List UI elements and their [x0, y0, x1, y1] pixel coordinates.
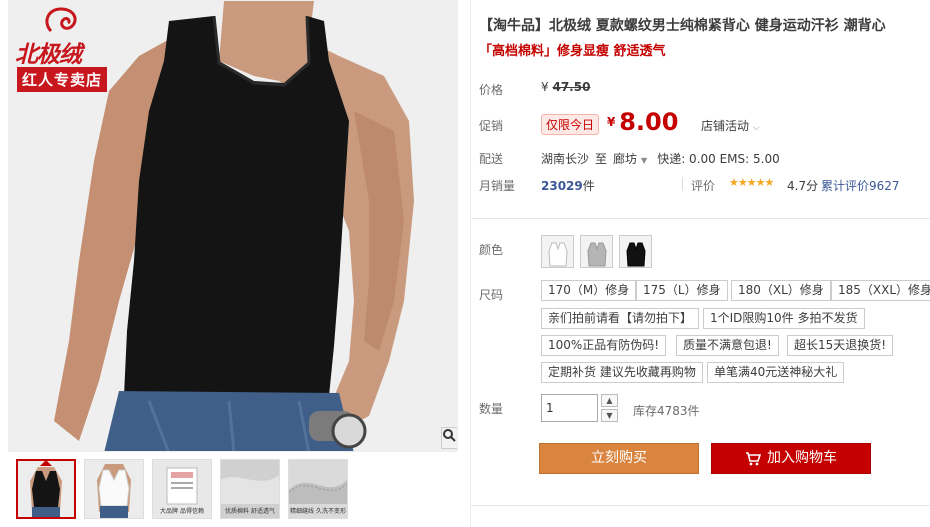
quantity-input[interactable] [541, 394, 598, 422]
total-reviews-link[interactable]: 累计评价9627 [821, 177, 900, 194]
size-option-restock[interactable]: 定期补货 建议先收藏再购物 [541, 362, 703, 383]
shipping-fees: 快递: 0.00 EMS: 5.00 [657, 152, 780, 166]
ship-to-word: 至 [595, 152, 608, 166]
gray-tank-icon [586, 242, 607, 267]
monthly-sales-label: 月销量 [479, 179, 516, 193]
thumb-black-tank-image [18, 461, 74, 517]
size-option-m[interactable]: 170（M）修身 [541, 280, 637, 301]
product-gallery: 北极绒 红人专卖店 大品牌 品得信赖 优质棉料 舒适透气 精细缝线 久洗不变形 [0, 0, 462, 527]
original-price-value: 47.50 [552, 80, 591, 94]
price-label: 价格 [479, 83, 504, 97]
monthly-sales-count: 23029 [541, 179, 583, 193]
size-option-gift[interactable]: 单笔满40元送神秘大礼 [707, 362, 845, 383]
magnifier-icon [443, 429, 456, 442]
size-option-refund[interactable]: 质量不满意包退! [676, 335, 779, 356]
thumbnail-caption: 精细缝线 久洗不变形 [290, 508, 346, 515]
zoom-button[interactable] [441, 427, 457, 449]
promo-badge: 仅限今日 [541, 114, 600, 135]
thumbnail-2[interactable] [84, 459, 144, 519]
quantity-label: 数量 [479, 402, 504, 416]
add-to-cart-label: 加入购物车 [767, 450, 837, 466]
chevron-up-icon: ▲ [606, 396, 613, 405]
chevron-down-icon: ▼ [606, 411, 613, 420]
quantity-decrease-button[interactable]: ▼ [601, 409, 618, 422]
white-tank-icon [547, 242, 568, 267]
rating-stars: ★★★★★ [729, 176, 774, 189]
thumbnail-strip: 大品牌 品得信赖 优质棉料 舒适透气 精细缝线 久洗不变形 [16, 459, 348, 519]
brand-name: 北极绒 [15, 41, 82, 68]
quantity-increase-button[interactable]: ▲ [601, 394, 618, 407]
monthly-sales: 23029件 [541, 177, 595, 194]
color-option-black[interactable] [619, 235, 652, 268]
thumbnail-5[interactable]: 精细缝线 久洗不变形 [288, 459, 348, 519]
size-option-notice[interactable]: 亲们拍前请看【请勿拍下】 [541, 308, 700, 329]
divider [471, 218, 930, 219]
size-option-xxl[interactable]: 185（XXL）修身 [831, 280, 930, 301]
cart-icon [746, 451, 761, 465]
size-option-l[interactable]: 175（L）修身 [636, 280, 728, 301]
brand-store-label: 红人专卖店 [17, 67, 108, 92]
thumbnail-caption: 优质棉料 舒适透气 [225, 508, 275, 515]
black-tank-icon [625, 242, 646, 267]
promo-label: 促销 [479, 119, 504, 133]
stock-count: 库存4783件 [633, 404, 700, 418]
active-arrow-icon [40, 461, 52, 466]
chevron-down-icon: ⌵ [752, 123, 760, 133]
brand-logo: 北极绒 红人专卖店 [11, 3, 123, 92]
rating-score: 4.7分 [787, 179, 819, 193]
thumbnail-4[interactable]: 优质棉料 舒适透气 [220, 459, 280, 519]
color-label: 颜色 [479, 243, 504, 257]
thumbnail-3[interactable]: 大品牌 品得信赖 [152, 459, 212, 519]
color-options [541, 235, 652, 268]
size-option-return[interactable]: 超长15天退换货! [787, 335, 894, 356]
promo-currency-symbol: ¥ [607, 115, 616, 129]
product-title: 【淘牛品】北极绒 夏款螺纹男士纯棉紧背心 健身运动汗衫 潮背心 [479, 18, 886, 34]
size-option-genuine[interactable]: 100%正品有防伪码! [541, 335, 667, 356]
thumb-white-tank-image [85, 460, 143, 518]
buy-now-button[interactable]: 立刻购买 [539, 443, 699, 474]
promo-price-value: 8.00 [619, 108, 679, 136]
shipping-info: 湖南长沙至廊坊 ▼ 快递: 0.00 EMS: 5.00 [541, 150, 780, 167]
ship-from: 湖南长沙 [541, 152, 590, 166]
divider [682, 177, 683, 191]
thumbnail-caption: 大品牌 品得信赖 [160, 508, 204, 515]
add-to-cart-button[interactable]: 加入购物车 [711, 443, 871, 474]
monthly-sales-unit: 件 [582, 179, 595, 193]
divider [471, 505, 930, 506]
currency-symbol: ¥ [541, 80, 549, 94]
main-product-image[interactable]: 北极绒 红人专卖店 [8, 0, 458, 452]
product-subtitle: 「高档棉料」修身显瘦 舒适透气 [479, 44, 666, 59]
original-price: ¥ 47.50 [541, 80, 590, 94]
caret-down-icon: ▼ [641, 156, 648, 165]
size-label: 尺码 [479, 288, 504, 302]
ship-to-city: 廊坊 [613, 152, 638, 166]
rating-label: 评价 [691, 179, 716, 193]
promo-price: ¥ 8.00 [607, 108, 678, 136]
thumbnail-1[interactable] [16, 459, 76, 519]
size-option-limit[interactable]: 1个ID限购10件 多拍不发货 [703, 308, 865, 329]
brand-swirl-icon [45, 7, 77, 33]
ship-to-select[interactable]: 廊坊 ▼ [613, 152, 657, 166]
color-option-white[interactable] [541, 235, 574, 268]
shipping-label: 配送 [479, 152, 504, 166]
size-option-xl[interactable]: 180（XL）修身 [731, 280, 831, 301]
store-activity-label: 店铺活动 [701, 119, 750, 133]
color-option-gray[interactable] [580, 235, 613, 268]
product-info-panel: 【淘牛品】北极绒 夏款螺纹男士纯棉紧背心 健身运动汗衫 潮背心 「高档棉料」修身… [470, 0, 930, 527]
store-activity-dropdown[interactable]: 店铺活动 ⌵ [701, 117, 760, 134]
